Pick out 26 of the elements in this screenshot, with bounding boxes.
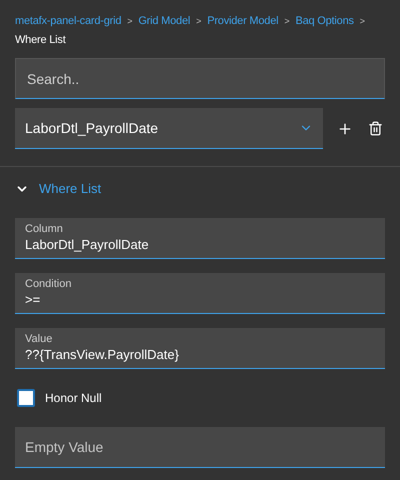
breadcrumb-separator: > bbox=[358, 15, 366, 28]
field-value: LaborDtl_PayrollDate bbox=[25, 236, 150, 254]
field-label: Column bbox=[25, 222, 64, 236]
text-field[interactable]: Column LaborDtl_PayrollDate bbox=[15, 218, 385, 258]
checkbox-label: Honor Null bbox=[45, 390, 102, 406]
search-field[interactable]: Search.. bbox=[15, 58, 385, 99]
plus-icon bbox=[337, 120, 353, 136]
field-value: ??{TransView.PayrollDate} bbox=[25, 346, 180, 364]
breadcrumb-current: Where List bbox=[15, 33, 66, 48]
field-label: Condition bbox=[25, 278, 72, 290]
breadcrumb-separator: > bbox=[283, 15, 290, 28]
breadcrumb-link[interactable]: Grid Model bbox=[138, 13, 190, 30]
trash-icon bbox=[368, 121, 383, 136]
breadcrumb-separator: > bbox=[126, 15, 134, 28]
breadcrumb-separator: > bbox=[195, 15, 202, 28]
field-label: Value bbox=[25, 332, 54, 346]
text-field[interactable]: Condition >= bbox=[15, 272, 385, 314]
field-value: >= bbox=[25, 290, 42, 308]
breadcrumb-link[interactable]: Baq Options bbox=[295, 13, 354, 30]
breadcrumb-link[interactable]: Provider Model bbox=[207, 13, 278, 30]
checkbox[interactable] bbox=[17, 388, 35, 406]
column-dropdown[interactable]: LaborDtl_PayrollDate bbox=[15, 108, 323, 149]
empty-value-field[interactable]: Empty Value bbox=[15, 426, 385, 468]
section-header[interactable]: Where List bbox=[0, 179, 116, 198]
breadcrumb-link[interactable]: metafx-panel-card-grid bbox=[15, 13, 122, 30]
text-field[interactable]: Value ??{TransView.PayrollDate} bbox=[15, 328, 385, 368]
